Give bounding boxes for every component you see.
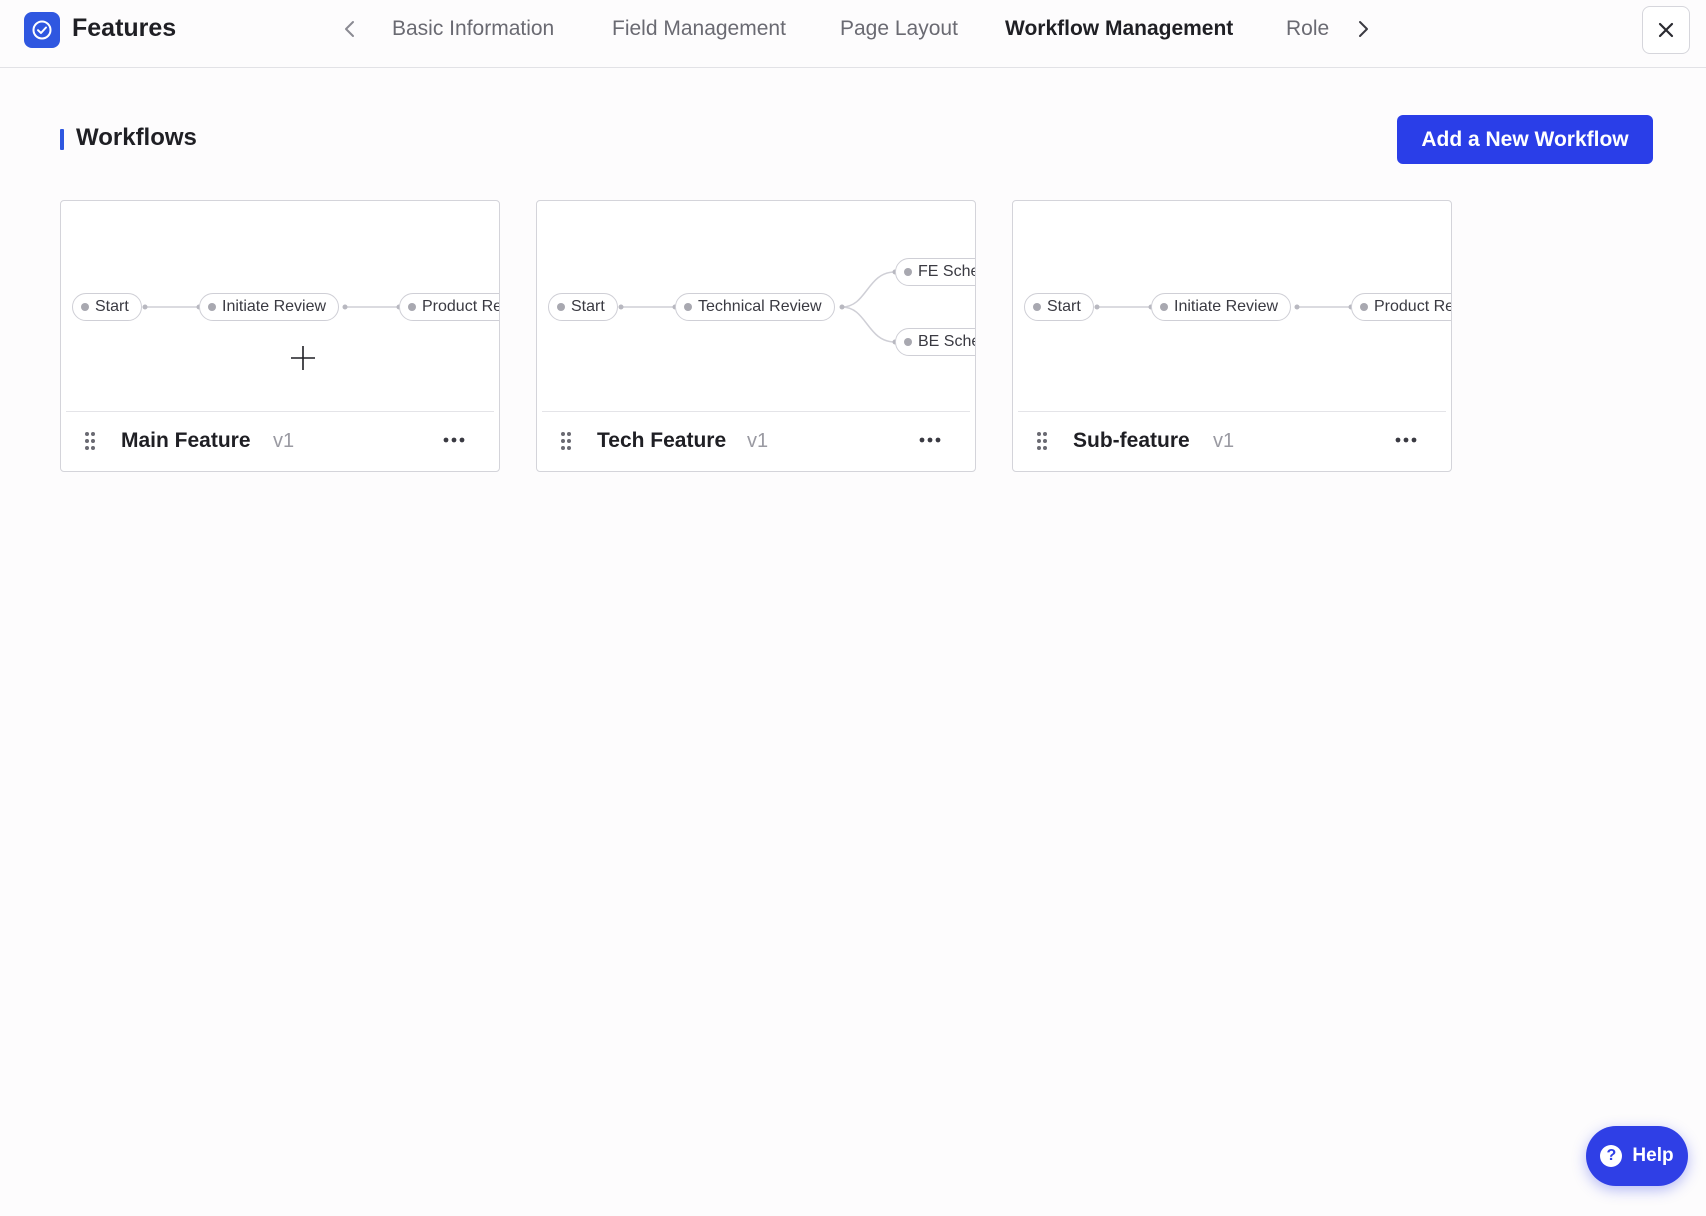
node-status-dot bbox=[684, 303, 692, 311]
help-label: Help bbox=[1632, 1145, 1674, 1166]
workflow-diagram[interactable]: Start Initiate Review Product Re bbox=[1013, 201, 1451, 411]
node-status-dot bbox=[904, 268, 912, 276]
workflow-node[interactable]: Initiate Review bbox=[1151, 293, 1292, 321]
node-label: Initiate Review bbox=[1174, 298, 1279, 315]
card-footer: Sub-feature v1 bbox=[1013, 412, 1451, 471]
node-status-dot bbox=[81, 303, 89, 311]
drag-handle-icon[interactable] bbox=[559, 430, 573, 452]
workflow-version: v1 bbox=[747, 430, 769, 452]
workflow-node[interactable]: BE Sche bbox=[895, 328, 976, 356]
workflow-card-main-feature[interactable]: Start Initiate Review Product Re Main Fe… bbox=[60, 200, 500, 472]
node-status-dot bbox=[904, 338, 912, 346]
more-options-button[interactable] bbox=[915, 428, 945, 452]
workflow-node[interactable]: Technical Review bbox=[675, 293, 835, 321]
workflow-name: Sub-feature bbox=[1073, 429, 1190, 452]
workflow-version: v1 bbox=[273, 430, 295, 452]
node-status-dot bbox=[557, 303, 565, 311]
workflow-version: v1 bbox=[1213, 430, 1235, 452]
tab-field-management[interactable]: Field Management bbox=[612, 17, 786, 41]
node-status-dot bbox=[208, 303, 216, 311]
workflow-node[interactable]: Initiate Review bbox=[199, 293, 340, 321]
node-status-dot bbox=[408, 303, 416, 311]
workflow-node[interactable]: Product Re bbox=[399, 293, 500, 321]
workflow-diagram[interactable]: Start Technical Review FE Sche BE Sche bbox=[537, 201, 975, 411]
node-status-dot bbox=[1360, 303, 1368, 311]
add-workflow-button[interactable]: Add a New Workflow bbox=[1397, 115, 1653, 164]
chevron-right-icon bbox=[1359, 21, 1368, 37]
node-status-dot bbox=[1033, 303, 1041, 311]
workflow-node[interactable]: Start bbox=[72, 293, 142, 321]
node-label: Technical Review bbox=[698, 298, 822, 315]
workflow-name: Main Feature bbox=[121, 429, 251, 452]
workflow-card-sub-feature[interactable]: Start Initiate Review Product Re Sub-fea… bbox=[1012, 200, 1452, 472]
more-horizontal-icon bbox=[443, 437, 465, 443]
node-label: Start bbox=[95, 298, 129, 315]
node-label: Start bbox=[571, 298, 605, 315]
more-options-button[interactable] bbox=[439, 428, 469, 452]
page-title: Features bbox=[72, 14, 177, 42]
help-button[interactable]: ? Help bbox=[1586, 1126, 1688, 1186]
more-options-button[interactable] bbox=[1391, 428, 1421, 452]
node-label: FE Sche bbox=[918, 263, 976, 280]
more-horizontal-icon bbox=[919, 437, 941, 443]
workflow-node[interactable]: Start bbox=[548, 293, 618, 321]
top-bar: Features Basic Information Field Managem… bbox=[0, 0, 1706, 68]
card-footer: Main Feature v1 bbox=[61, 412, 499, 471]
card-footer: Tech Feature v1 bbox=[537, 412, 975, 471]
node-status-dot bbox=[1160, 303, 1168, 311]
workflow-node[interactable]: Start bbox=[1024, 293, 1094, 321]
tab-page-layout[interactable]: Page Layout bbox=[840, 17, 958, 41]
node-label: Product Re bbox=[1374, 298, 1452, 315]
chevron-left-icon bbox=[345, 21, 354, 37]
more-horizontal-icon bbox=[1395, 437, 1417, 443]
node-label: Initiate Review bbox=[222, 298, 327, 315]
workflow-card-tech-feature[interactable]: Start Technical Review FE Sche BE Sche T… bbox=[536, 200, 976, 472]
workflow-node[interactable]: Product Re bbox=[1351, 293, 1452, 321]
crosshair-cursor-icon bbox=[291, 346, 315, 370]
section-title: Workflows bbox=[76, 124, 197, 151]
tab-basic-information[interactable]: Basic Information bbox=[392, 17, 554, 41]
node-label: BE Sche bbox=[918, 333, 976, 350]
workflow-name: Tech Feature bbox=[597, 429, 727, 452]
tab-workflow-management[interactable]: Workflow Management bbox=[1005, 17, 1233, 41]
tabs-prev-button[interactable] bbox=[337, 16, 363, 42]
app-logo-icon bbox=[24, 12, 60, 48]
close-button[interactable] bbox=[1642, 6, 1690, 54]
close-icon bbox=[1658, 22, 1674, 38]
node-label: Start bbox=[1047, 298, 1081, 315]
node-label: Product Re bbox=[422, 298, 500, 315]
section-accent-bar bbox=[60, 129, 64, 150]
drag-handle-icon[interactable] bbox=[1035, 430, 1049, 452]
drag-handle-icon[interactable] bbox=[83, 430, 97, 452]
tabs-next-button[interactable] bbox=[1350, 16, 1376, 42]
help-icon: ? bbox=[1600, 1145, 1623, 1167]
tab-role[interactable]: Role bbox=[1286, 17, 1329, 41]
workflow-diagram[interactable]: Start Initiate Review Product Re bbox=[61, 201, 499, 411]
workflow-node[interactable]: FE Sche bbox=[895, 258, 976, 286]
